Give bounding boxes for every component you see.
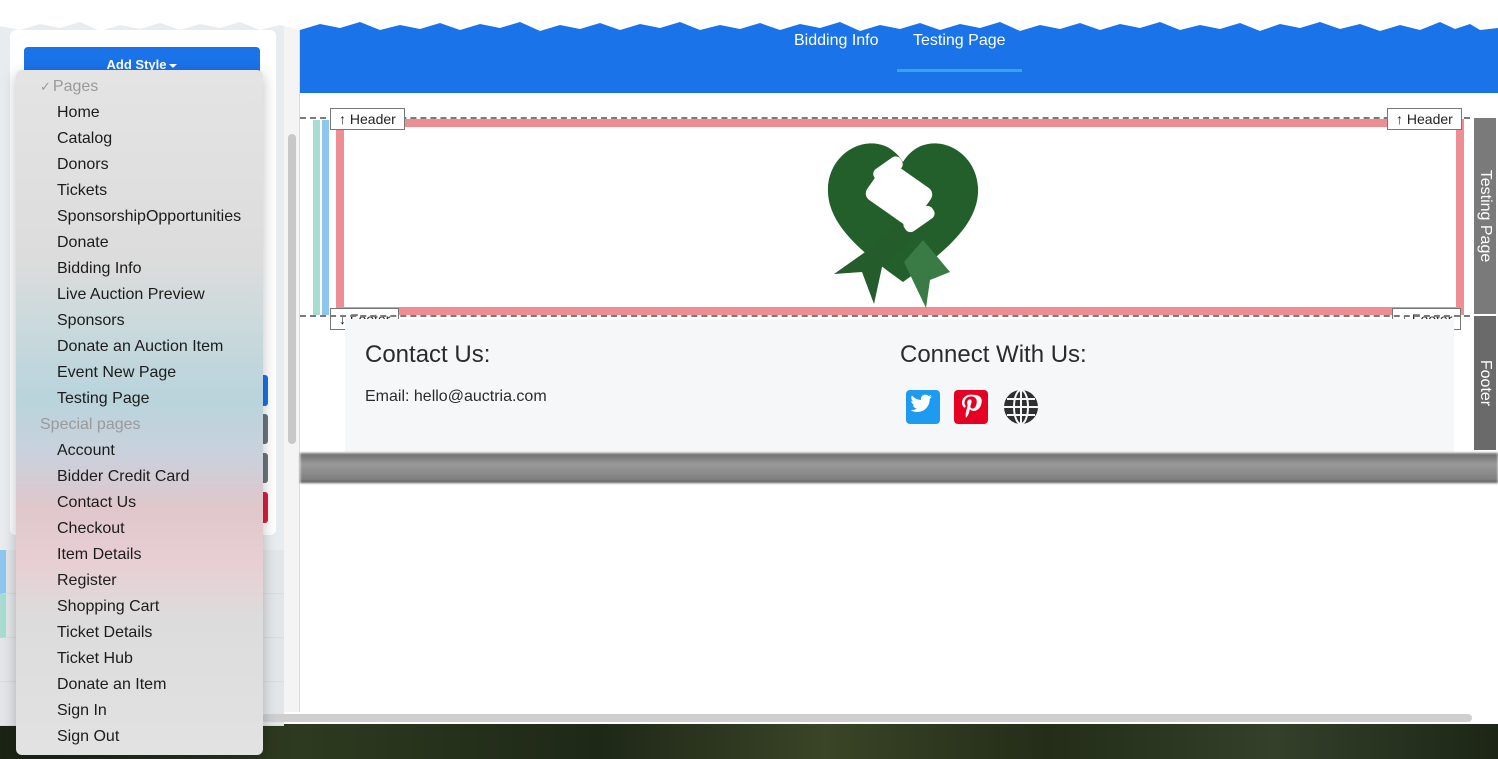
dropdown-item-catalog[interactable]: Catalog: [16, 127, 263, 153]
globe-icon[interactable]: [1003, 389, 1039, 425]
testing-page-side-text: Testing Page: [1477, 169, 1494, 263]
header-bottom-boundary: [300, 315, 1470, 317]
horizontal-scrollbar[interactable]: [262, 714, 1472, 722]
heart-gavel-logo: [827, 143, 979, 308]
header-tag-label: Header: [349, 111, 396, 127]
site-footer: Contact Us: Email: hello@auctria.com Con…: [345, 319, 1454, 452]
pinterest-icon[interactable]: [954, 390, 988, 424]
dropdown-item-home[interactable]: Home: [16, 101, 263, 127]
dropdown-item-ticket-details[interactable]: Ticket Details: [16, 621, 263, 647]
dropdown-item-checkout[interactable]: Checkout: [16, 517, 263, 543]
dropdown-item-sign-out[interactable]: Sign Out: [16, 725, 263, 751]
testing-page-side-label[interactable]: Testing Page: [1474, 118, 1496, 314]
caret-down-icon: [169, 63, 178, 68]
dropdown-item-event-new-page[interactable]: Event New Page: [16, 361, 263, 387]
dropdown-item-sponsors[interactable]: Sponsors: [16, 309, 263, 335]
sidebar-scrollbar[interactable]: [288, 134, 296, 444]
nav-link-testing-page[interactable]: Testing Page: [913, 32, 1006, 50]
dropdown-item-tickets[interactable]: Tickets: [16, 179, 263, 205]
contact-email: Email: hello@auctria.com: [365, 388, 547, 405]
page-select-dropdown: ✓ Pages Home Catalog Donors Tickets Spons…: [16, 70, 263, 755]
connect-heading: Connect With Us:: [900, 341, 1087, 368]
pages-group-header: ✓ Pages: [16, 75, 263, 101]
dropdown-item-sign-in[interactable]: Sign In: [16, 699, 263, 725]
nav-active-indicator: [897, 69, 1022, 72]
section-strip-blue: [322, 120, 329, 315]
header-section-frame[interactable]: [336, 119, 1464, 315]
blurred-section-bar: [300, 453, 1498, 483]
checkmark-icon: ✓: [40, 79, 51, 94]
footer-side-label[interactable]: Footer: [1474, 316, 1496, 450]
dropdown-item-item-details[interactable]: Item Details: [16, 543, 263, 569]
move-header-up-button-right[interactable]: ↑ Header: [1387, 108, 1462, 130]
footer-side-text: Footer: [1477, 359, 1494, 407]
app-window: Add Style Bidding Info Testing Page ↑ He…: [0, 0, 1498, 755]
special-pages-group-header: Special pages: [40, 416, 141, 433]
dropdown-item-contact-us[interactable]: Contact Us: [16, 491, 263, 517]
dropdown-item-register[interactable]: Register: [16, 569, 263, 595]
pages-group-label: Pages: [52, 78, 99, 95]
nav-link-bidding-info[interactable]: Bidding Info: [794, 32, 879, 50]
dropdown-item-testing-page[interactable]: Testing Page: [16, 387, 263, 413]
header-tag-label-right: Header: [1406, 111, 1453, 127]
dropdown-item-donate[interactable]: Donate: [16, 231, 263, 257]
dropdown-item-account[interactable]: Account: [16, 439, 263, 465]
torn-edge: [0, 0, 1498, 31]
dropdown-item-bidding-info[interactable]: Bidding Info: [16, 257, 263, 283]
twitter-icon[interactable]: [906, 390, 940, 424]
dropdown-item-shopping-cart[interactable]: Shopping Cart: [16, 595, 263, 621]
dropdown-item-donate-an-item[interactable]: Donate an Item: [16, 673, 263, 699]
dropdown-item-donate-auction-item[interactable]: Donate an Auction Item: [16, 335, 263, 361]
dropdown-item-ticket-hub[interactable]: Ticket Hub: [16, 647, 263, 673]
dropdown-item-donors[interactable]: Donors: [16, 153, 263, 179]
move-header-up-button[interactable]: ↑ Header: [330, 108, 405, 130]
dropdown-item-live-auction-preview[interactable]: Live Auction Preview: [16, 283, 263, 309]
contact-heading: Contact Us:: [365, 341, 491, 368]
dropdown-item-bidder-credit-card[interactable]: Bidder Credit Card: [16, 465, 263, 491]
section-strip-teal: [313, 120, 320, 315]
dropdown-item-sponsorship-opportunities[interactable]: SponsorshipOpportunities: [16, 205, 263, 231]
